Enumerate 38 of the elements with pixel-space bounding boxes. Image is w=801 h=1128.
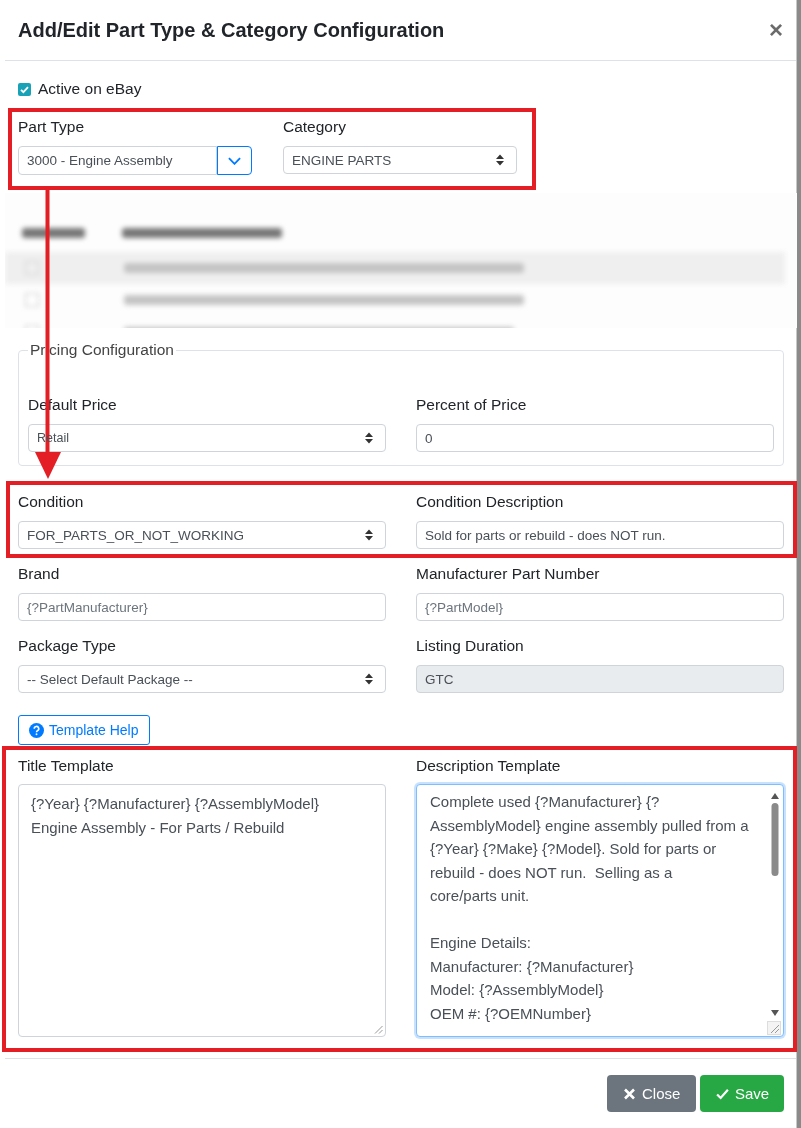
close-button[interactable]: × (769, 18, 783, 42)
checkbox[interactable] (18, 82, 31, 96)
part-type-field[interactable]: 3000 - Engine Assembly (18, 146, 217, 175)
brand-input[interactable]: {?PartManufacturer} (18, 593, 386, 621)
field-label: Title Template (18, 756, 114, 776)
condition-description-input[interactable]: Sold for parts or rebuild - does NOT run. (416, 521, 784, 549)
field-label: Percent of Price (416, 395, 527, 415)
part-number-input[interactable]: {?PartModel} (416, 593, 784, 621)
title-template-field[interactable]: {?Year} {?Manufacturer} {?AssemblyModel} Engine Assembly - For Parts / Rebuild (18, 784, 386, 1037)
field-label: Condition (18, 492, 84, 512)
checkbox-label: Active on eBay (38, 79, 142, 99)
category-select[interactable]: ENGINE PARTS (283, 146, 517, 174)
field-label: Category (283, 117, 346, 137)
field-label: Description Template (416, 756, 561, 776)
chevron-down-icon (228, 156, 241, 165)
sort-caret-icon (365, 432, 373, 444)
check-icon (716, 1087, 729, 1100)
help-icon (29, 722, 44, 738)
sort-caret-icon (365, 673, 373, 685)
x-icon (623, 1087, 636, 1100)
field-label: Part Type (18, 117, 85, 137)
sort-caret-icon (365, 529, 373, 541)
template-help-button[interactable]: Template Help (18, 715, 150, 745)
package-type-select[interactable]: -- Select Default Package -- (18, 665, 386, 693)
resize-grip-icon[interactable] (374, 1025, 383, 1034)
field-label: Package Type (18, 636, 116, 656)
sort-caret-icon (496, 154, 504, 166)
field-label: Condition Description (416, 492, 564, 512)
description-template-text: Complete used {?Manufacturer} {?AssemblyModel} engine assembly pulled from a {?Year} {?Make} {?Model}. Sold for parts or rebuild - does NOT run. Selling as a core/parts unit. Engine Details: Manufacturer: {?Manufacturer} Model: {?AssemblyModel} OEM #: {?OEMNumber} (429, 792, 750, 1024)
modal-title: Add/Edit Part Type & Category Configuration (18, 18, 445, 42)
field-label: Brand (18, 564, 60, 584)
condition-select[interactable]: FOR_PARTS_OR_NOT_WORKING (18, 521, 386, 549)
close-button[interactable]: Close (607, 1075, 696, 1112)
dropdown-button[interactable] (217, 146, 252, 175)
field-label: Listing Duration (416, 636, 524, 656)
description-template-field[interactable] (416, 784, 784, 1037)
percent-input[interactable]: 0 (416, 424, 774, 452)
field-label: Manufacturer Part Number (416, 564, 600, 584)
